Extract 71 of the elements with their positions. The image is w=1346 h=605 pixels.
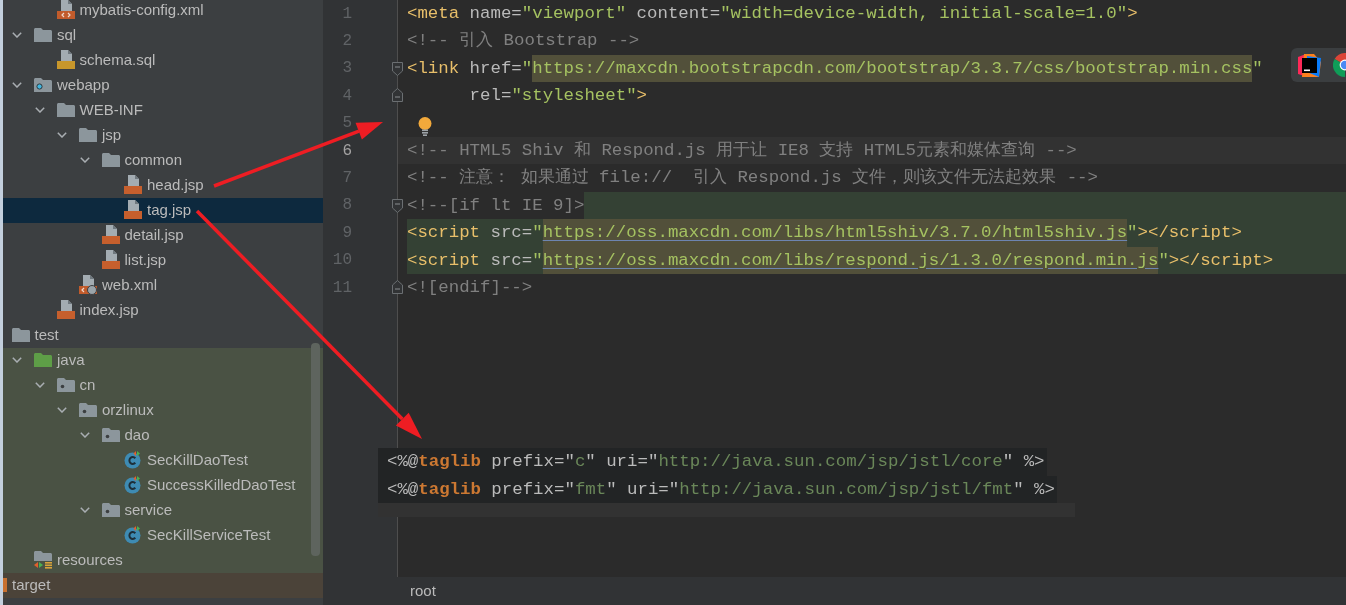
package-icon — [101, 428, 120, 442]
file-icon — [56, 0, 75, 20]
file-icon — [101, 250, 120, 270]
breadcrumb-item[interactable]: root — [410, 579, 436, 603]
file-icon — [56, 50, 75, 70]
code-line: <script src="https://oss.maxcdn.com/libs/respond.js/1.3.0/respond.min.js"></script> — [407, 246, 1274, 274]
chevron-down-icon[interactable] — [57, 132, 67, 138]
tree-item[interactable]: WEB-INF — [3, 97, 323, 123]
lightbulb-icon[interactable] — [418, 116, 432, 136]
code-line: <script src="https://oss.maxcdn.com/libs/html5shiv/3.7.0/html5shiv.js"></script> — [407, 219, 1242, 247]
code-line: <!-- HTML5 Shiv 和 Respond.js 用于让 IE8 支持 HTML5元素和媒体查询 --> — [407, 139, 1077, 162]
folder-icon — [34, 28, 52, 42]
line-number: 6 — [342, 140, 352, 161]
tree-item[interactable]: web.xml — [3, 272, 323, 298]
tree-item[interactable]: target — [3, 572, 323, 598]
code-line: <meta name="viewport" content="width=device-width, initial-scale=1.0"> — [407, 3, 1138, 25]
file-icon — [79, 275, 97, 295]
file-icon — [56, 300, 75, 320]
file-icon — [124, 200, 142, 220]
fold-marker-icon[interactable] — [392, 88, 403, 103]
tree-item[interactable]: mybatis-config.xml — [3, 0, 323, 23]
folder-icon — [34, 353, 52, 367]
file-icon — [101, 225, 120, 245]
tree-item[interactable]: list.jsp — [3, 247, 323, 273]
tree-item[interactable]: common — [3, 147, 323, 173]
folder-icon — [11, 328, 30, 342]
code-line: <!--[if lt IE 9]> — [407, 194, 585, 217]
folder-icon — [101, 153, 120, 167]
package-icon — [101, 503, 120, 517]
file-icon — [124, 175, 142, 195]
chevron-down-icon[interactable] — [12, 32, 22, 38]
code-line: rel="stylesheet"> — [468, 85, 648, 108]
class-icon — [124, 526, 142, 544]
tree-item[interactable]: resources — [3, 547, 323, 573]
folder-icon — [79, 128, 97, 142]
tree-item[interactable]: schema.sql — [3, 47, 323, 73]
code-line: <!-- 引入 Bootstrap --> — [407, 30, 640, 53]
tree-item[interactable]: head.jsp — [3, 172, 323, 198]
tree-item[interactable]: sql — [3, 22, 323, 48]
folder-icon — [56, 103, 75, 117]
tree-item[interactable]: tag.jsp — [3, 197, 323, 223]
chevron-down-icon[interactable] — [34, 382, 45, 388]
tree-item[interactable]: webapp — [3, 72, 323, 98]
tree-item[interactable]: index.jsp — [3, 297, 323, 323]
chevron-down-icon[interactable] — [79, 157, 90, 163]
class-icon — [124, 476, 142, 494]
chevron-down-icon[interactable] — [34, 107, 45, 113]
code-line: <![endif]--> — [407, 276, 533, 299]
tree-item[interactable]: java — [3, 347, 323, 373]
fold-marker-icon[interactable] — [392, 279, 403, 294]
tree-item[interactable]: jsp — [3, 122, 323, 148]
chevron-down-icon[interactable] — [12, 82, 22, 88]
chevron-down-icon[interactable] — [12, 357, 22, 363]
fold-marker-icon[interactable] — [392, 61, 403, 76]
chevron-down-icon[interactable] — [79, 507, 90, 513]
browser-icon[interactable] — [1333, 53, 1346, 77]
chevron-down-icon[interactable] — [57, 407, 67, 413]
app-icon[interactable] — [1298, 53, 1321, 77]
chevron-down-icon[interactable] — [79, 432, 90, 438]
web-folder-icon — [34, 78, 52, 92]
resource-folder-icon — [34, 551, 52, 569]
tree-item[interactable]: detail.jsp — [3, 222, 323, 248]
fold-marker-icon[interactable] — [392, 198, 403, 213]
marker-icon — [3, 578, 7, 592]
tree-item[interactable]: test — [3, 322, 323, 348]
class-icon — [124, 451, 142, 469]
code-line: <link href="https://maxcdn.bootstrapcdn.com/bootstrap/3.3.7/css/bootstrap.min.css" — [407, 54, 1263, 83]
scrollbar-thumb[interactable] — [311, 343, 320, 556]
package-icon — [56, 378, 75, 392]
package-icon — [79, 403, 97, 417]
code-line: <!-- 注意： 如果通过 file:// 引入 Respond.js 文件，则该文件无法起效果 --> — [407, 166, 1098, 190]
